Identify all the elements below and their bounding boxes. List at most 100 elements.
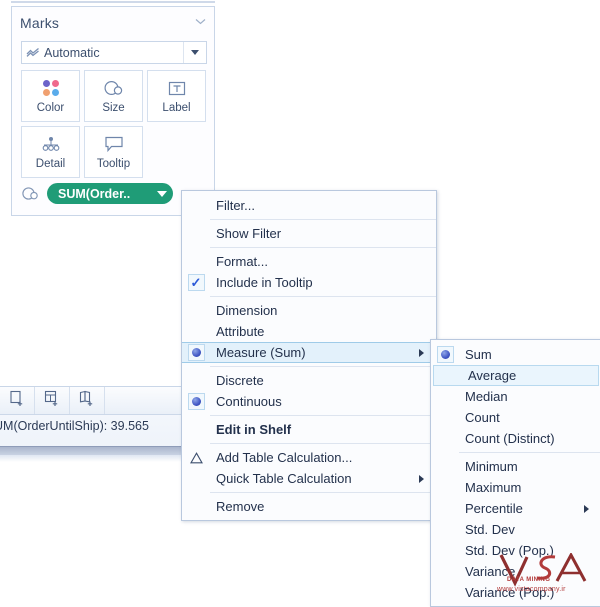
menu-gutter-empty [182, 496, 210, 517]
tooltip-button[interactable]: Tooltip [84, 126, 143, 178]
menu-item-label: Edit in Shelf [216, 422, 292, 437]
mark-type-dropdown[interactable]: Automatic [21, 41, 207, 64]
context-menu-item-measure-sum[interactable]: Measure (Sum) [182, 342, 436, 363]
context-menu-item-dimension[interactable]: Dimension [182, 300, 436, 321]
context-menu-item-continuous[interactable]: Continuous [182, 391, 436, 412]
menu-separator [210, 415, 436, 416]
detail-dots-icon [39, 134, 63, 154]
menu-separator [210, 247, 436, 248]
menu-item-label: Count (Distinct) [465, 431, 555, 446]
submenu-item-percentile[interactable]: Percentile [431, 498, 600, 519]
label-T-icon [168, 78, 186, 98]
checkmark-icon: ✓ [182, 272, 210, 293]
size-button-label: Size [102, 102, 125, 114]
marks-pill-row: SUM(Order.. [21, 183, 173, 204]
menu-item-label: Measure (Sum) [216, 345, 306, 360]
submenu-item-maximum[interactable]: Maximum [431, 477, 600, 498]
submenu-item-std-dev[interactable]: Std. Dev [431, 519, 600, 540]
menu-item-label: Sum [465, 347, 492, 362]
submenu-arrow-icon [584, 504, 589, 513]
detail-button-label: Detail [35, 158, 66, 170]
size-button[interactable]: Size [84, 70, 143, 122]
menu-item-label: Add Table Calculation... [216, 450, 353, 465]
color-button[interactable]: Color [21, 70, 80, 122]
tooltip-bubble-icon [104, 134, 124, 154]
menu-gutter-empty [431, 407, 459, 428]
menu-item-label: Std. Dev [465, 522, 515, 537]
submenu-item-count[interactable]: Count [431, 407, 600, 428]
menu-gutter-empty [182, 251, 210, 272]
sheet-tabs-toolbar [0, 387, 182, 415]
chevron-down-icon[interactable] [195, 18, 206, 28]
mark-type-label: Automatic [44, 45, 100, 60]
menu-item-label: Format... [216, 254, 269, 269]
marks-card-title: Marks [20, 15, 60, 31]
context-menu-item-include-in-tooltip[interactable]: ✓ Include in Tooltip [182, 272, 436, 293]
menu-item-label: Average [468, 368, 517, 383]
menu-gutter-empty [182, 223, 210, 244]
submenu-item-average[interactable]: Average [433, 365, 599, 386]
label-button-label: Label [162, 102, 191, 114]
submenu-item-minimum[interactable]: Minimum [431, 456, 600, 477]
menu-item-label: Maximum [465, 480, 522, 495]
menu-item-label: Minimum [465, 459, 518, 474]
caret-down-icon[interactable] [157, 190, 167, 197]
menu-gutter-empty [431, 386, 459, 407]
menu-gutter-empty [182, 321, 210, 342]
context-menu-item-format[interactable]: Format... [182, 251, 436, 272]
menu-separator [210, 443, 436, 444]
automatic-mark-icon [22, 47, 44, 58]
menu-item-label: Remove [216, 499, 265, 514]
menu-gutter-empty [182, 370, 210, 391]
new-story-button[interactable] [70, 387, 105, 414]
submenu-item-median[interactable]: Median [431, 386, 600, 407]
menu-gutter-empty [431, 519, 459, 540]
menu-separator [210, 492, 436, 493]
menu-gutter-empty [431, 540, 459, 561]
menu-item-label: Count [465, 410, 500, 425]
table-calculation-icon [182, 447, 210, 468]
new-dashboard-icon [44, 390, 61, 412]
submenu-item-count-distinct[interactable]: Count (Distinct) [431, 428, 600, 449]
menu-separator [210, 296, 436, 297]
new-worksheet-button[interactable] [0, 387, 35, 414]
menu-gutter-empty [182, 468, 210, 489]
radio-selected-icon [182, 342, 210, 363]
menu-gutter-empty [182, 195, 210, 216]
new-worksheet-icon [9, 390, 26, 412]
marks-buttons-group: Color Size Label Detail Tooltip [21, 70, 211, 178]
menu-item-label: Include in Tooltip [216, 275, 313, 290]
submenu-item-std-dev-pop[interactable]: Std. Dev (Pop.) [431, 540, 600, 561]
menu-item-label: Attribute [216, 324, 265, 339]
detail-button[interactable]: Detail [21, 126, 80, 178]
marks-card-header: Marks [12, 7, 214, 39]
context-menu-item-discrete[interactable]: Discrete [182, 370, 436, 391]
menu-gutter-empty [431, 428, 459, 449]
submenu-item-variance-pop[interactable]: Variance (Pop.) [431, 582, 600, 603]
measure-aggregation-submenu: Sum Average Median Count Count (Distinct) Min… [430, 339, 600, 607]
menu-gutter-empty [182, 419, 210, 440]
new-story-icon [79, 390, 96, 412]
label-button[interactable]: Label [147, 70, 206, 122]
context-menu-item-edit-in-shelf[interactable]: Edit in Shelf [182, 419, 436, 440]
context-menu-item-quick-table-calculation[interactable]: Quick Table Calculation [182, 468, 436, 489]
measure-pill-label: SUM(Order.. [58, 186, 131, 201]
context-menu-item-add-table-calculation[interactable]: Add Table Calculation... [182, 447, 436, 468]
menu-item-label: Std. Dev (Pop.) [465, 543, 554, 558]
menu-separator [210, 366, 436, 367]
menu-item-label: Variance [465, 564, 516, 579]
submenu-item-variance[interactable]: Variance [431, 561, 600, 582]
menu-item-label: Filter... [216, 198, 256, 213]
submenu-item-sum[interactable]: Sum [431, 344, 600, 365]
measure-pill-sum-order[interactable]: SUM(Order.. [47, 183, 173, 204]
context-menu-item-attribute[interactable]: Attribute [182, 321, 436, 342]
new-dashboard-button[interactable] [35, 387, 70, 414]
caret-down-icon[interactable] [183, 42, 206, 63]
context-menu-item-remove[interactable]: Remove [182, 496, 436, 517]
menu-item-label: Discrete [216, 373, 264, 388]
submenu-arrow-icon [419, 348, 424, 357]
status-bar-text: UM(OrderUntilShip): 39.565 [0, 419, 149, 433]
context-menu-item-filter[interactable]: Filter... [182, 195, 436, 216]
menu-item-label: Dimension [216, 303, 278, 318]
context-menu-item-show-filter[interactable]: Show Filter [182, 223, 436, 244]
